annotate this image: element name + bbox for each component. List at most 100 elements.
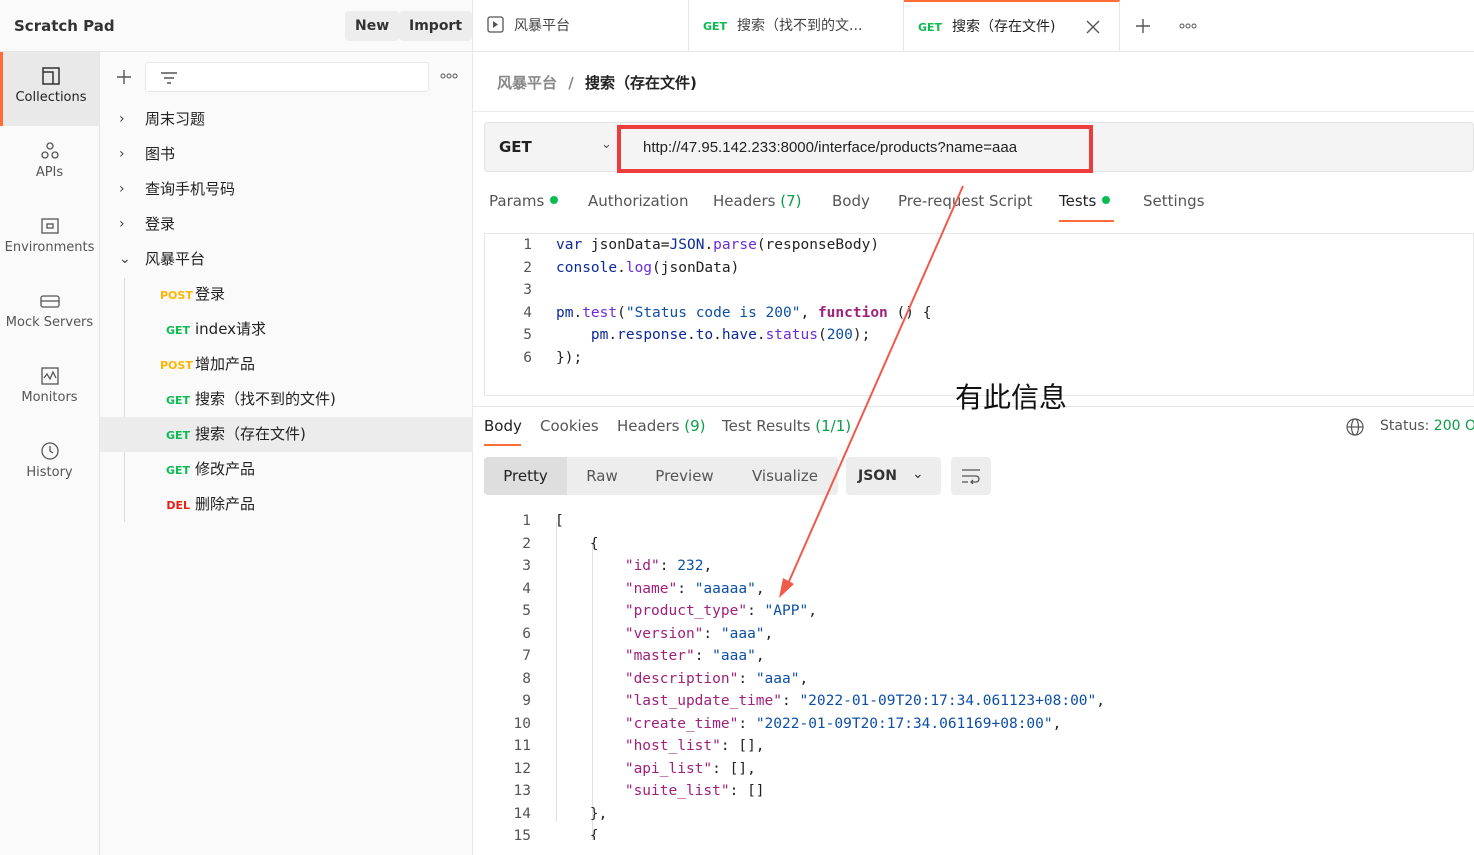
line-number: 6 <box>523 349 532 366</box>
request-row-selected[interactable]: GET 搜索（存在文件) <box>100 417 473 452</box>
json-value: "aaa" <box>712 648 756 664</box>
folder-name: 风暴平台 <box>145 250 206 268</box>
active-tab-underline <box>1059 220 1114 222</box>
history-icon <box>40 442 59 460</box>
request-row[interactable]: POST 增加产品 <box>100 347 473 382</box>
folder-row[interactable]: › 登录 <box>100 207 473 242</box>
count-badge: (7) <box>780 192 802 210</box>
tab-pre-request-script[interactable]: Pre-request Script <box>898 192 1033 210</box>
rail-mock-servers[interactable]: Mock Servers <box>0 277 99 351</box>
filter-icon[interactable] <box>160 71 178 85</box>
import-button[interactable]: Import <box>399 11 473 41</box>
new-button[interactable]: New <box>345 11 400 41</box>
status-indicator: Status: 200 OK <box>1380 418 1474 434</box>
line-number: 6 <box>522 625 531 642</box>
tests-script-editor[interactable]: 1 var jsonData=JSON.parse(responseBody) 2… <box>484 233 1474 396</box>
line-number: 14 <box>513 805 531 822</box>
rail-label: Collections <box>15 90 87 105</box>
tab-settings[interactable]: Settings <box>1143 192 1205 210</box>
view-visualize-button[interactable]: Visualize <box>732 457 838 495</box>
breadcrumb-current: 搜索（存在文件) <box>584 74 697 92</box>
line-number: 10 <box>513 715 531 732</box>
line-number: 13 <box>513 783 531 799</box>
tab-headers[interactable]: Headers (7) <box>713 192 801 210</box>
line-number: 9 <box>522 693 531 709</box>
request-name: 删除产品 <box>195 495 256 513</box>
annotation-text: 有此信息 <box>955 381 1068 414</box>
method-badge: GET <box>165 429 190 442</box>
request-name: 搜索（找不到的文件) <box>195 390 336 408</box>
rail-environments[interactable]: Environments <box>0 202 99 276</box>
globe-icon[interactable] <box>1346 418 1364 436</box>
breadcrumb-parent[interactable]: 风暴平台 <box>497 74 557 92</box>
breadcrumb: 风暴平台 / 搜索（存在文件) <box>497 72 697 93</box>
close-icon[interactable] <box>1086 20 1100 34</box>
json-value: "aaa" <box>755 670 800 687</box>
view-pretty-button[interactable]: Pretty <box>484 457 567 495</box>
method-badge: GET <box>703 20 728 33</box>
left-nav-rail: Collections APIs Environments Mock Serve… <box>0 52 100 855</box>
line-number: 4 <box>523 304 532 321</box>
new-tab-icon[interactable] <box>1135 18 1151 34</box>
request-row[interactable]: POST 登录 <box>100 277 473 312</box>
folder-name: 周末习题 <box>145 110 206 128</box>
method-badge: GET <box>165 324 190 337</box>
folder-name: 图书 <box>145 145 176 163</box>
response-body-viewer[interactable]: 1[ 2 { 3 "id": 232, 4 "name": "aaaaa", 5… <box>484 510 1474 840</box>
view-preview-button[interactable]: Preview <box>637 457 732 495</box>
view-raw-button[interactable]: Raw <box>567 457 637 495</box>
tab-response-headers[interactable]: Headers (9) <box>617 417 705 435</box>
folder-row-expanded[interactable]: ⌄ 风暴平台 <box>100 242 473 277</box>
rail-label: APIs <box>35 165 64 180</box>
more-options-icon[interactable] <box>440 73 458 79</box>
request-row[interactable]: DEL 删除产品 <box>100 487 473 522</box>
folder-name: 查询手机号码 <box>145 180 236 198</box>
rail-apis[interactable]: APIs <box>0 127 99 201</box>
add-collection-icon[interactable] <box>116 69 132 85</box>
filter-bar[interactable] <box>145 62 429 92</box>
indicator-dot <box>1102 196 1111 204</box>
folder-name: 登录 <box>145 215 176 233</box>
tab-test-results[interactable]: Test Results (1/1) <box>722 417 851 435</box>
status-label: Status: <box>1380 418 1430 434</box>
tab-response-body[interactable]: Body <box>484 417 522 435</box>
method-badge: GET <box>918 21 943 34</box>
tab-body[interactable]: Body <box>832 192 870 210</box>
collections-icon <box>42 67 60 85</box>
tab-authorization[interactable]: Authorization <box>588 192 688 210</box>
rail-monitors[interactable]: Monitors <box>0 352 99 426</box>
line-number: 12 <box>513 760 531 777</box>
tab-label: Headers <box>617 417 680 435</box>
tab-response-cookies[interactable]: Cookies <box>540 417 599 435</box>
folder-row[interactable]: › 周末习题 <box>100 102 473 137</box>
tab-title: 搜索（找不到的文... <box>737 18 863 34</box>
line-number: 5 <box>523 327 532 343</box>
chevron-right-icon: › <box>119 216 125 232</box>
format-select[interactable]: JSON ⌄ <box>846 457 941 495</box>
request-row[interactable]: GET index请求 <box>100 312 473 347</box>
rail-history[interactable]: History <box>0 427 99 501</box>
tab-params[interactable]: Params <box>489 192 559 210</box>
chevron-down-icon: ⌄ <box>119 251 131 267</box>
rail-label: Environments <box>4 240 95 255</box>
tab-collection-overview[interactable]: 风暴平台 <box>473 0 689 52</box>
rail-collections[interactable]: Collections <box>0 52 99 126</box>
scratch-pad-header: Scratch Pad New Import <box>0 0 473 52</box>
line-number: 3 <box>523 282 532 298</box>
line-number: 8 <box>522 670 531 687</box>
request-row[interactable]: GET 修改产品 <box>100 452 473 487</box>
folder-row[interactable]: › 图书 <box>100 137 473 172</box>
wrap-lines-button[interactable] <box>951 457 991 495</box>
tab-request-active[interactable]: GET 搜索（存在文件) <box>904 0 1120 52</box>
line-number: 11 <box>513 738 531 754</box>
folder-row[interactable]: › 查询手机号码 <box>100 172 473 207</box>
request-name: 增加产品 <box>195 355 256 373</box>
tab-request[interactable]: GET 搜索（找不到的文... <box>689 0 904 52</box>
tab-label: Tests <box>1059 192 1097 210</box>
tab-tests[interactable]: Tests <box>1059 192 1111 210</box>
request-row[interactable]: GET 搜索（找不到的文件) <box>100 382 473 417</box>
chevron-down-icon[interactable]: ⌄ <box>601 137 612 152</box>
method-select[interactable]: GET <box>499 138 532 156</box>
more-tabs-icon[interactable] <box>1179 23 1197 29</box>
line-number: 4 <box>522 580 531 597</box>
